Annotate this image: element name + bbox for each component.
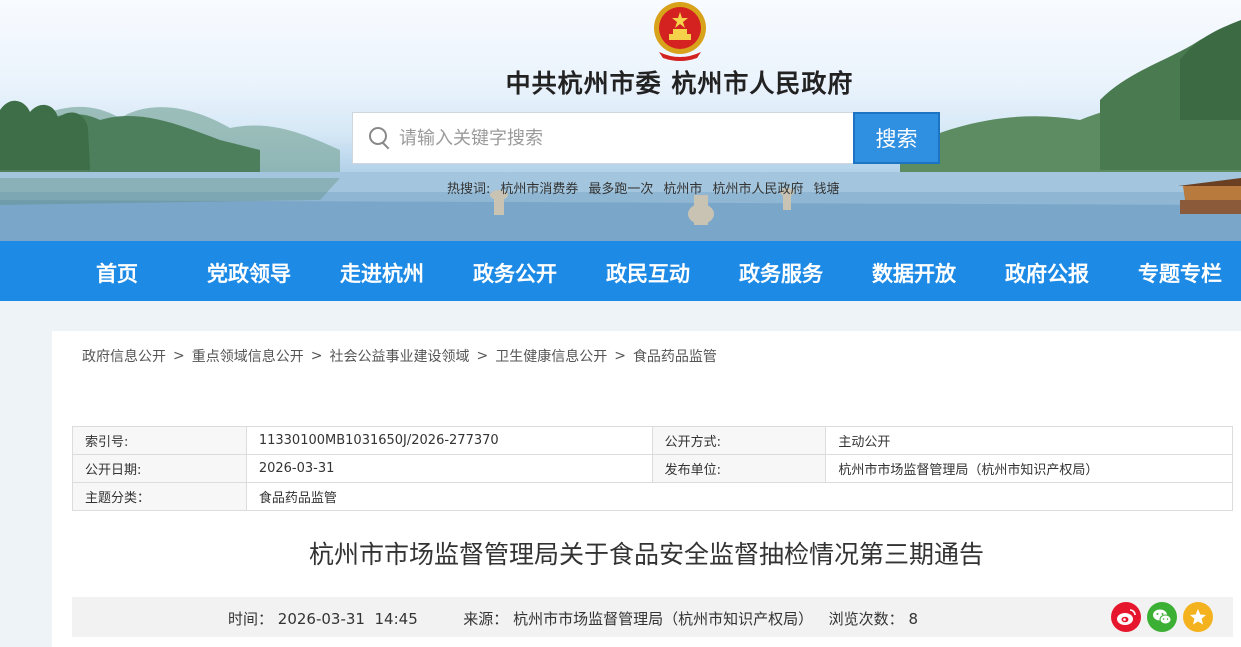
nav-item-open-data[interactable]: 数据开放: [872, 258, 956, 288]
breadcrumb-item[interactable]: 卫生健康信息公开: [495, 346, 607, 366]
breadcrumb-separator: >: [476, 348, 489, 364]
nav-item-special-topics[interactable]: 专题专栏: [1138, 258, 1222, 288]
breadcrumb: 政府信息公开 > 重点领域信息公开 > 社会公益事业建设领域 > 卫生健康信息公…: [82, 346, 717, 366]
wechat-icon: [1153, 609, 1172, 625]
open-method-value: 主动公开: [825, 426, 1233, 455]
nav-item-about-hangzhou[interactable]: 走进杭州: [340, 258, 424, 288]
nav-item-gov-affairs[interactable]: 政务公开: [473, 258, 557, 288]
open-method-label: 公开方式:: [651, 426, 827, 455]
breadcrumb-separator: >: [614, 348, 626, 364]
table-row: 主题分类： 食品药品监管: [72, 482, 1234, 511]
article-info-bar: 时间： 2026-03-31 14:45 来源： 杭州市市场监督管理局（杭州市知…: [72, 597, 1233, 637]
nav-item-interaction[interactable]: 政民互动: [606, 258, 690, 288]
site-title: 中共杭州市委 杭州市人民政府: [505, 69, 854, 98]
breadcrumb-item[interactable]: 社会公益事业建设领域: [329, 346, 469, 366]
hotword-link[interactable]: 钱塘: [813, 178, 839, 197]
nav-item-leadership[interactable]: 党政领导: [207, 258, 291, 288]
table-row: 公开日期: 2026-03-31 发布单位: 杭州市市场监督管理局（杭州市知识产…: [72, 454, 1233, 483]
weibo-icon: [1117, 609, 1136, 625]
views-label: 浏览次数：: [828, 610, 904, 628]
breadcrumb-item[interactable]: 重点领域信息公开: [192, 346, 304, 366]
favorite-icon: [1190, 609, 1206, 625]
breadcrumb-separator: >: [173, 348, 185, 364]
page-title: 杭州市市场监督管理局关于食品安全监督抽检情况第三期通告: [308, 540, 984, 569]
wechat-share-button[interactable]: [1147, 602, 1177, 632]
article-info: 时间： 2026-03-31 14:45 来源： 杭州市市场监督管理局（杭州市知…: [228, 608, 918, 629]
topic-label: 主题分类：: [72, 482, 247, 511]
nav-item-services[interactable]: 政务服务: [739, 258, 823, 288]
national-emblem-icon: [654, 2, 706, 61]
search-icon: [369, 127, 391, 149]
views-value: 8: [908, 610, 919, 628]
nav-item-home[interactable]: 首页: [96, 258, 138, 288]
hot-search-words: 热搜词: 杭州市消费券 最多跑一次 杭州市 杭州市人民政府 钱塘: [447, 178, 839, 197]
hotword-link[interactable]: 杭州市消费券: [500, 178, 578, 197]
publisher-value: 杭州市市场监督管理局（杭州市知识产权局）: [825, 454, 1233, 483]
time-value: 2026-03-31 14:45: [277, 610, 418, 628]
search-input[interactable]: [399, 127, 819, 149]
index-value: 11330100MB1031650J/2026-277370: [245, 426, 653, 455]
breadcrumb-separator: >: [310, 348, 323, 364]
source-value: 杭州市市场监督管理局（杭州市知识产权局）: [513, 610, 814, 628]
index-label: 索引号:: [72, 426, 247, 455]
breadcrumb-item[interactable]: 食品药品监管: [633, 346, 717, 366]
search-button[interactable]: 搜索: [853, 112, 940, 164]
header-banner: 中共杭州市委 杭州市人民政府 搜索 热搜词: 杭州市消费券 最多跑一次 杭州市 …: [0, 0, 1241, 241]
weibo-share-button[interactable]: [1111, 602, 1141, 632]
time-label: 时间：: [228, 610, 274, 628]
hotword-link[interactable]: 杭州市: [663, 178, 702, 197]
search-box: [352, 112, 854, 164]
hotword-link[interactable]: 杭州市人民政府: [712, 178, 803, 197]
favorite-button[interactable]: [1183, 602, 1213, 632]
breadcrumb-item[interactable]: 政府信息公开: [82, 346, 166, 366]
table-row: 索引号: 11330100MB1031650J/2026-277370 公开方式…: [72, 426, 1233, 455]
publisher-label: 发布单位:: [651, 454, 827, 483]
topic-value: 食品药品监管: [245, 482, 1234, 511]
nav-item-gazette[interactable]: 政府公报: [1005, 258, 1089, 288]
document-meta-table: 索引号: 11330100MB1031650J/2026-277370 公开方式…: [72, 426, 1234, 511]
date-label: 公开日期:: [72, 454, 247, 483]
source-label: 来源：: [463, 610, 509, 628]
content-panel: 政府信息公开 > 重点领域信息公开 > 社会公益事业建设领域 > 卫生健康信息公…: [52, 331, 1241, 647]
main-nav: 首页 党政领导 走进杭州 政务公开 政民互动 政务服务 数据开放 政府公报 专题…: [0, 241, 1241, 301]
date-value: 2026-03-31: [245, 454, 653, 483]
hotword-link[interactable]: 最多跑一次: [588, 178, 653, 197]
hotwords-label: 热搜词:: [447, 182, 491, 197]
